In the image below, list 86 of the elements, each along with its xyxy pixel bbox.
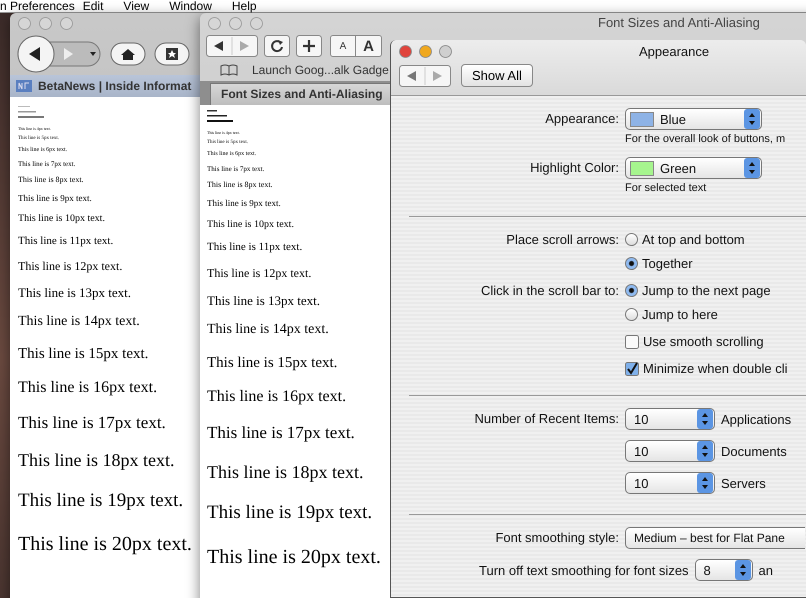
sample-text-line: This line is 9px text. <box>18 192 92 204</box>
menu-item[interactable]: Edit <box>82 0 104 12</box>
field-label: Highlight Color: <box>529 159 620 177</box>
stepper-arrows-icon <box>744 158 760 178</box>
stepper-arrows-icon <box>734 560 751 580</box>
radio-label: Together <box>642 256 693 271</box>
text-size-button[interactable]: A <box>356 35 382 57</box>
radio-button[interactable] <box>625 257 638 270</box>
hint-text: For selected text <box>625 182 708 194</box>
menu-item[interactable]: n Preferences <box>0 0 75 12</box>
radio-button[interactable] <box>625 308 638 321</box>
sample-text-line: This line is 20px text. <box>207 544 381 569</box>
sample-text-line: This line is 16px text. <box>207 387 346 407</box>
sample-text-line: This line is 10px text. <box>18 212 105 225</box>
sample-text-line: This line is 15px text. <box>207 354 338 372</box>
radio-button[interactable] <box>625 284 638 297</box>
radio-label: Jump to here <box>642 307 718 322</box>
radio-button[interactable] <box>625 233 638 246</box>
popup-button[interactable]: 10 <box>625 408 715 430</box>
sample-text-line: This line is 12px text. <box>207 266 312 280</box>
sample-text-line: This line is 18px text. <box>207 462 364 484</box>
sample-text-line: This line is 9px text. <box>207 198 281 210</box>
bookmark-link[interactable]: Launch Goog...alk Gadge <box>252 63 389 77</box>
sample-text-line: This line is 11px text. <box>207 241 302 254</box>
window-title: Font Sizes and Anti-Aliasing <box>598 15 760 30</box>
back-forward-icon[interactable] <box>206 35 258 57</box>
sample-text-line: This line is 19px text. <box>207 502 372 525</box>
menu-item[interactable]: Window <box>169 0 212 12</box>
sample-text-line: This line is 13px text. <box>18 285 132 301</box>
popup-button[interactable]: 8 <box>694 559 753 581</box>
sample-text-line: This line is 20px text. <box>18 532 192 556</box>
checkbox[interactable] <box>625 362 639 376</box>
popup-button[interactable]: Blue <box>625 108 762 130</box>
home-icon[interactable] <box>110 42 146 66</box>
popup-button[interactable]: 10 <box>625 472 715 494</box>
checkbox[interactable] <box>625 334 639 348</box>
menu-item[interactable]: Help <box>232 0 257 12</box>
field-label: Number of Recent Items: <box>474 411 619 426</box>
window-control-icon[interactable] <box>399 44 412 58</box>
sample-text-line: This line is 18px text. <box>18 450 174 472</box>
back-forward-icon[interactable] <box>16 34 102 74</box>
stepper-arrows-icon <box>697 441 713 461</box>
sample-text-line: This line is 8px text. <box>207 180 273 190</box>
site-icon <box>16 80 32 92</box>
checkbox-label: Use smooth scrolling <box>643 334 764 349</box>
sample-text-line: This line is 17px text. <box>207 423 355 444</box>
sample-text-line: This line is 8px text. <box>18 175 84 185</box>
sample-text-line: This line is 15px text. <box>18 344 148 363</box>
field-label: Click in the scroll bar to: <box>480 282 620 300</box>
popup-caption: Documents <box>721 444 787 458</box>
sample-text-line: This line is 12px text. <box>18 258 122 274</box>
checkbox-label: Minimize when double cli <box>643 361 788 376</box>
sample-text-line: This line is 19px text. <box>18 490 184 513</box>
field-label: an <box>758 562 774 578</box>
book-icon[interactable] <box>220 64 238 76</box>
window-control-icon[interactable] <box>419 44 432 58</box>
add-bookmark-icon[interactable] <box>296 35 322 57</box>
field-label: Font smoothing style: <box>494 529 620 547</box>
sample-text-line: This line is 11px text. <box>18 234 114 248</box>
stepper-arrows-icon <box>697 409 713 429</box>
radio-label: At top and bottom <box>642 232 745 247</box>
sample-text-line: This line is 17px text. <box>18 412 166 434</box>
field-label: Place scroll arrows: <box>505 231 620 249</box>
sample-text-line: This line is 13px text. <box>207 292 320 308</box>
window-control-icon[interactable] <box>439 44 452 58</box>
show-all-button[interactable]: Show All <box>461 64 533 87</box>
sample-text-line: This line is 14px text. <box>18 314 140 331</box>
sample-text-line: This line is 16px text. <box>18 378 158 397</box>
menu-item[interactable]: View <box>123 0 150 12</box>
popup-caption: Servers <box>721 476 766 490</box>
reload-icon[interactable] <box>264 35 290 57</box>
field-label: Turn off text smoothing for font sizes <box>479 562 689 578</box>
radio-label: Jump to the next page <box>642 283 771 298</box>
sample-text-line: This line is 14px text. <box>207 322 329 339</box>
popup-button[interactable]: Medium – best for Flat Pane <box>625 527 805 549</box>
stepper-arrows-icon <box>744 109 760 129</box>
sample-text-line: This line is 10px text. <box>207 218 294 231</box>
text-size-button[interactable]: A <box>330 35 356 57</box>
bookmark-icon[interactable] <box>154 42 190 66</box>
hint-text: For the overall look of buttons, m <box>625 133 786 145</box>
window-title: Appearance <box>639 44 710 58</box>
popup-caption: Applications <box>721 412 792 426</box>
popup-button[interactable]: Green <box>625 157 762 179</box>
field-label: Appearance: <box>544 110 620 128</box>
stepper-arrows-icon <box>697 473 713 493</box>
popup-button[interactable]: 10 <box>625 440 715 462</box>
